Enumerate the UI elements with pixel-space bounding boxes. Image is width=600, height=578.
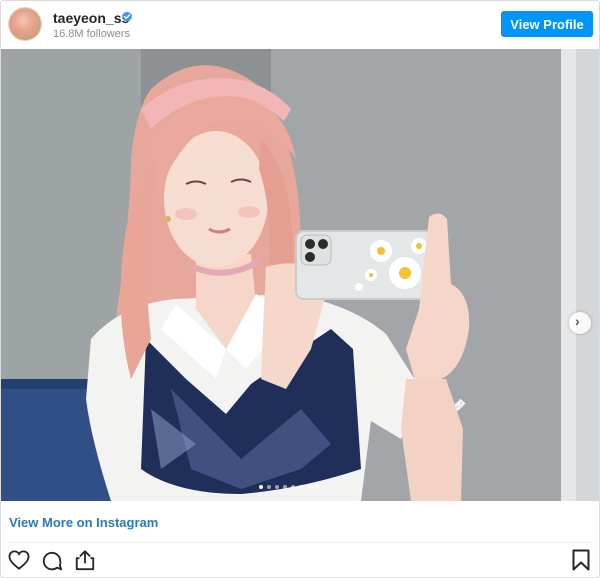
post-header: taeyeon_ss 16.8M followers View Profile <box>1 1 599 50</box>
carousel-dot <box>291 485 295 489</box>
verified-badge-icon <box>122 11 132 22</box>
username[interactable]: taeyeon_ss <box>53 10 129 26</box>
carousel-dot <box>259 485 263 489</box>
heart-icon[interactable] <box>8 550 30 570</box>
bookmark-icon[interactable] <box>572 549 590 571</box>
share-icon[interactable] <box>74 549 96 571</box>
chevron-right-icon: › <box>575 313 580 329</box>
carousel-dot <box>315 485 319 489</box>
carousel-dot <box>299 485 303 489</box>
post-photo-image <box>1 49 599 501</box>
follower-count: 16.8M followers <box>53 28 131 40</box>
view-profile-button[interactable]: View Profile <box>501 11 593 37</box>
carousel-next-button[interactable]: › <box>569 312 591 334</box>
carousel-dot <box>267 485 271 489</box>
divider <box>9 542 591 543</box>
post-photo[interactable]: › <box>1 49 599 501</box>
carousel-dot <box>275 485 279 489</box>
carousel-dot <box>283 485 287 489</box>
instagram-embed: taeyeon_ss 16.8M followers View Profile <box>0 0 600 578</box>
comment-icon[interactable] <box>41 550 63 572</box>
carousel-indicator <box>259 485 319 491</box>
carousel-dot <box>307 485 311 489</box>
view-more-link[interactable]: View More on Instagram <box>9 515 158 530</box>
avatar[interactable] <box>9 8 41 40</box>
